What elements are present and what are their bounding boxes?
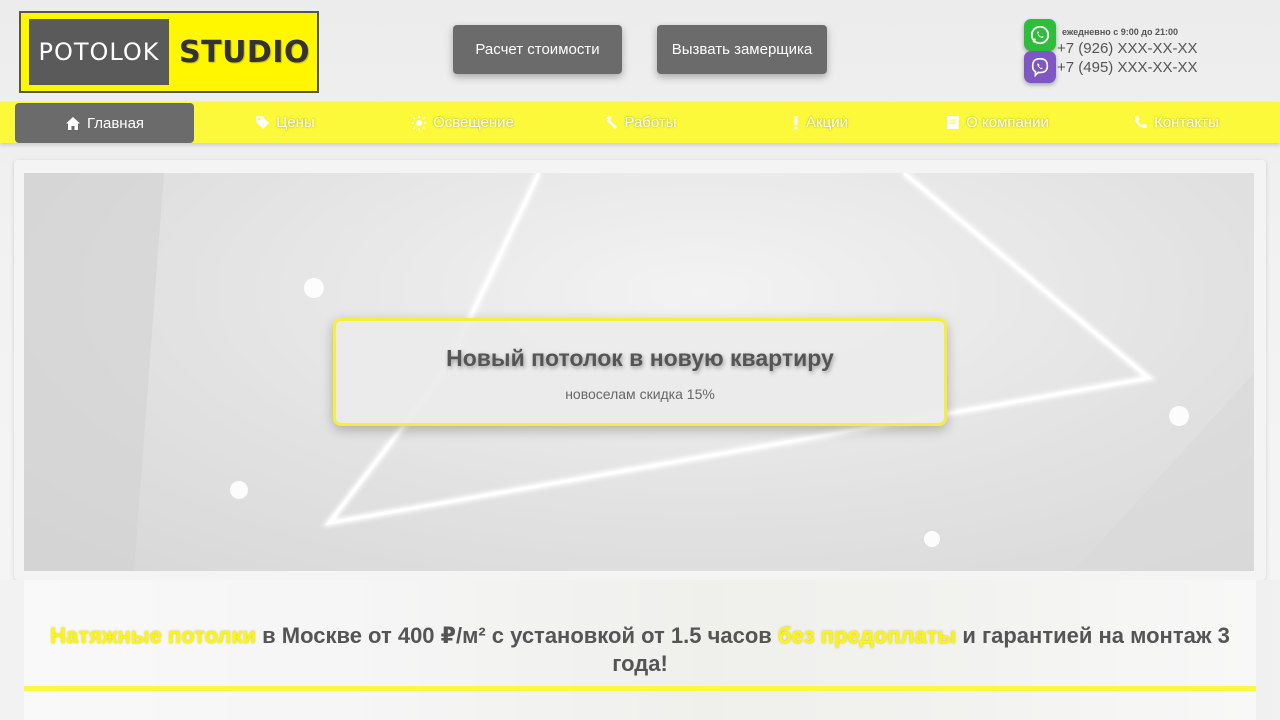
main-nav: Главная Цены Освещение Работы Акции О ко… bbox=[0, 102, 1280, 143]
contacts-block: ежедневно с 9:00 до 21:00 +7 (926) XXX-X… bbox=[1023, 18, 1263, 88]
exclamation-icon bbox=[794, 116, 798, 130]
whatsapp-icon[interactable] bbox=[1024, 19, 1056, 51]
site-header: POTOLOK STUDIO Расчет стоимости Вызвать … bbox=[0, 0, 1280, 102]
nav-item-label: Акции bbox=[806, 114, 848, 131]
working-hours: ежедневно с 9:00 до 21:00 bbox=[1062, 27, 1179, 37]
main-tagline: Натяжные потолки в Москве от 400 ₽/м² с … bbox=[40, 622, 1240, 678]
nav-item-home[interactable]: Главная bbox=[15, 103, 194, 143]
home-icon bbox=[65, 116, 80, 130]
nav-item-label: Цены bbox=[276, 114, 315, 131]
nav-item-label: Освещение bbox=[433, 114, 514, 131]
nav-item-contacts[interactable]: Контакты bbox=[1120, 102, 1232, 143]
tag-icon bbox=[256, 116, 270, 129]
calculate-cost-button[interactable]: Расчет стоимости bbox=[453, 25, 622, 74]
promo-title: Новый потолок в новую квартиру bbox=[446, 345, 834, 371]
viber-icon[interactable] bbox=[1024, 51, 1056, 83]
nav-item-label: Работы bbox=[624, 114, 677, 131]
logo-text-right: STUDIO bbox=[179, 34, 310, 70]
phone-icon bbox=[1135, 116, 1148, 129]
nav-item-label: Контакты bbox=[1154, 114, 1219, 131]
nav-item-label: Главная bbox=[86, 114, 145, 132]
hammer-icon bbox=[605, 116, 618, 129]
call-measurer-button[interactable]: Вызвать замерщика bbox=[657, 25, 827, 74]
tagline-text-1: в Москве от 400 ₽/м² с установкой от 1.5… bbox=[256, 623, 778, 648]
sun-icon bbox=[411, 115, 427, 130]
nav-item-works[interactable]: Работы bbox=[585, 102, 695, 143]
promo-subtitle: новоселам скидка 15% bbox=[565, 386, 715, 402]
site-logo[interactable]: POTOLOK STUDIO bbox=[19, 11, 319, 93]
nav-item-label: О компании bbox=[966, 114, 1049, 131]
logo-text-left: POTOLOK bbox=[29, 19, 169, 85]
tagline-highlight-2: без предоплаты bbox=[777, 623, 957, 648]
book-icon bbox=[947, 116, 960, 129]
phone-number-2[interactable]: +7 (495) XXX-XX-XX bbox=[1057, 59, 1197, 76]
yellow-divider bbox=[24, 686, 1256, 691]
promo-card[interactable]: Новый потолок в новую квартиру новоселам… bbox=[333, 318, 947, 426]
nav-item-about[interactable]: О компании bbox=[930, 102, 1065, 143]
nav-item-lighting[interactable]: Освещение bbox=[395, 102, 530, 143]
nav-item-promotions[interactable]: Акции bbox=[770, 102, 870, 143]
nav-item-prices[interactable]: Цены bbox=[230, 102, 340, 143]
phone-number-1[interactable]: +7 (926) XXX-XX-XX bbox=[1057, 40, 1197, 57]
tagline-highlight-1: Натяжные потолки bbox=[50, 623, 256, 648]
